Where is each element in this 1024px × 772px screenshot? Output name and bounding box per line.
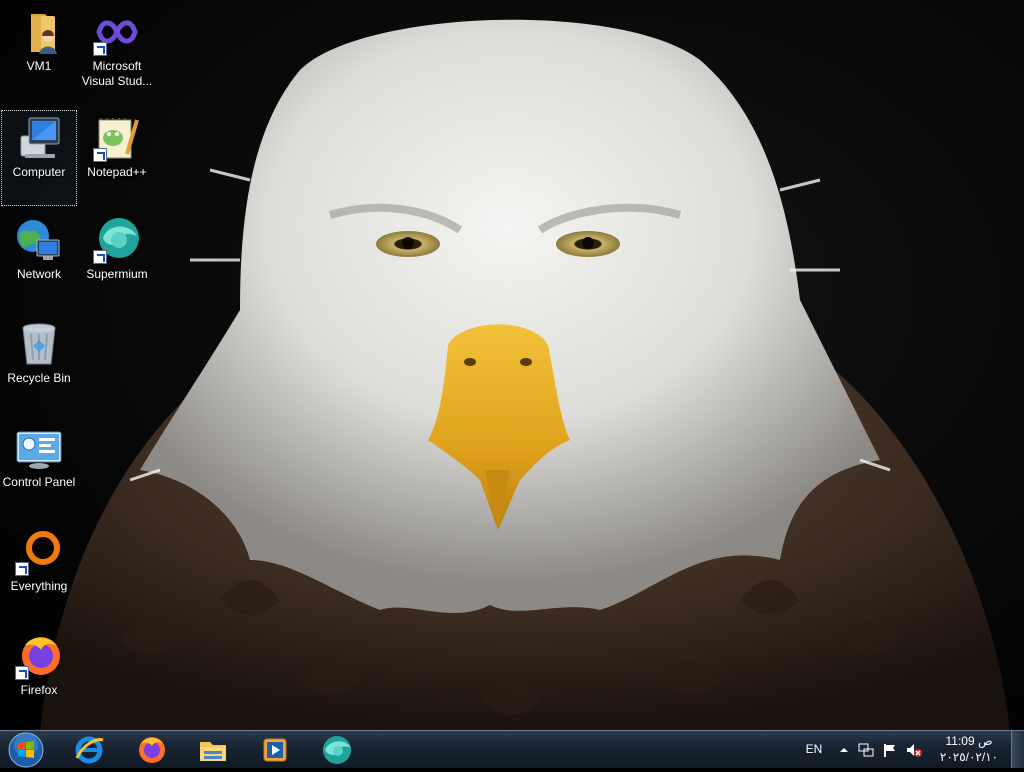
taskbar: EN ص 11:09 ٢٠٢٥/٠٢/١٠ xyxy=(0,730,1024,768)
network-status-icon xyxy=(858,743,874,757)
control-panel-icon xyxy=(15,424,63,472)
desktop-icon-notepad-plus-plus[interactable]: Notepad++ xyxy=(79,110,155,206)
firefox-icon xyxy=(15,632,63,680)
system-clock[interactable]: ص 11:09 ٢٠٢٥/٠٢/١٠ xyxy=(934,733,1004,767)
desktop-icon-network[interactable]: Network xyxy=(1,212,77,308)
speaker-muted-icon xyxy=(907,744,922,757)
desktop-icon-label: VM1 xyxy=(26,59,52,73)
network-icon xyxy=(15,216,63,264)
clock-date: ٢٠٢٥/٠٢/١٠ xyxy=(939,750,999,764)
taskbar-internet-explorer-button[interactable] xyxy=(62,731,116,768)
desktop-icon-supermium[interactable]: Supermium xyxy=(79,212,155,308)
supermium-icon xyxy=(93,216,141,264)
desktop-icon-recycle-bin[interactable]: Recycle Bin xyxy=(1,316,77,412)
network-status-button[interactable] xyxy=(858,742,874,758)
recycle-bin-icon xyxy=(15,320,63,368)
desktop-icon-control-panel[interactable]: Control Panel xyxy=(1,420,77,516)
everything-search-icon xyxy=(15,528,63,576)
firefox-icon xyxy=(139,737,165,763)
desktop-icon-label: Recycle Bin xyxy=(7,371,71,385)
windows-logo-icon xyxy=(8,732,44,768)
desktop-icon-computer[interactable]: Computer xyxy=(1,110,77,206)
action-center-button[interactable] xyxy=(882,742,898,758)
clock-time: ص 11:09 xyxy=(945,734,993,748)
desktop-icon-label: Firefox xyxy=(20,683,58,697)
show-hidden-icons-button[interactable] xyxy=(836,742,852,758)
desktop-icon-visual-studio[interactable]: Microsoft Visual Stud... xyxy=(79,4,155,100)
shortcut-arrow-icon xyxy=(15,666,29,680)
taskbar-file-explorer-button[interactable] xyxy=(186,731,240,768)
notepad-plus-plus-icon xyxy=(93,114,141,162)
volume-button[interactable] xyxy=(906,742,922,758)
taskbar-supermium-button[interactable] xyxy=(310,731,364,768)
shortcut-arrow-icon xyxy=(15,562,29,576)
shortcut-arrow-icon xyxy=(93,148,107,162)
media-player-icon xyxy=(263,738,287,762)
desktop-icon-label: Computer xyxy=(12,165,66,179)
internet-explorer-icon xyxy=(75,736,104,764)
desktop-icon-label: Control Panel xyxy=(2,475,76,489)
chevron-up-icon xyxy=(840,748,848,752)
desktop-icon-label: Supermium xyxy=(86,267,148,281)
desktop-icon-label: Network xyxy=(16,267,61,281)
desktop-icon-vm1[interactable]: VM1 xyxy=(1,4,77,100)
user-folder-icon xyxy=(15,8,63,56)
desktop-icon-everything[interactable]: Everything xyxy=(1,524,77,620)
visual-studio-icon xyxy=(93,8,141,56)
desktop-icon-label: Microsoft Visual Stud... xyxy=(81,59,153,88)
language-indicator[interactable]: EN xyxy=(800,731,828,768)
supermium-icon xyxy=(323,736,351,764)
start-button[interactable] xyxy=(6,732,46,768)
computer-icon xyxy=(15,114,63,162)
flag-icon xyxy=(884,744,895,757)
shortcut-arrow-icon xyxy=(93,42,107,56)
taskbar-media-player-button[interactable] xyxy=(248,731,302,768)
taskbar-firefox-button[interactable] xyxy=(124,731,178,768)
desktop-icon-label: Everything xyxy=(10,579,68,593)
desktop-icon-label: Notepad++ xyxy=(87,165,147,179)
shortcut-arrow-icon xyxy=(93,250,107,264)
show-desktop-button[interactable] xyxy=(1011,731,1024,768)
file-explorer-icon xyxy=(200,742,226,761)
desktop-icon-firefox[interactable]: Firefox xyxy=(1,628,77,724)
